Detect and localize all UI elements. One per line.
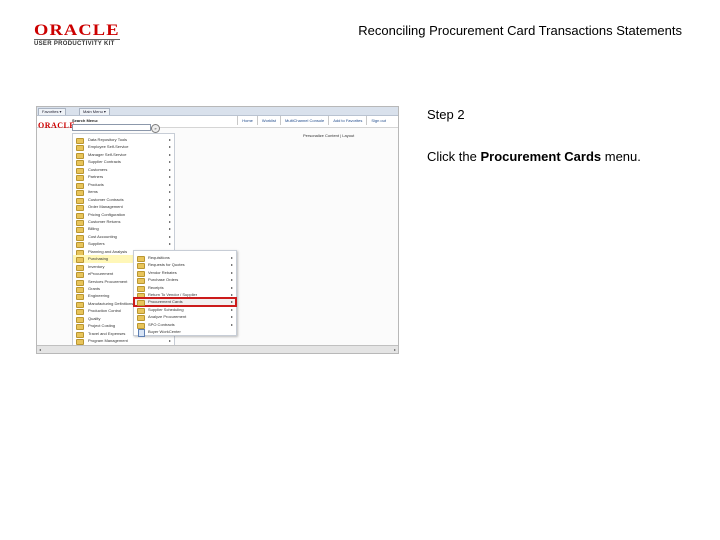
home-link[interactable]: Home [237, 116, 257, 125]
top-links: Home Worklist MultiChannel Console Add t… [237, 116, 390, 125]
step-instruction: Click the Procurement Cards menu. [427, 149, 641, 164]
document-title: Reconciling Procurement Card Transaction… [358, 23, 682, 38]
instruction-suffix: menu. [601, 149, 641, 164]
horizontal-scrollbar[interactable]: ◂ ▸ [37, 345, 398, 353]
logo-divider [34, 39, 120, 40]
step-label: Step 2 [427, 107, 465, 122]
scroll-right-icon[interactable]: ▸ [394, 346, 396, 353]
search-menu-input[interactable] [72, 124, 151, 131]
instruction-prefix: Click the [427, 149, 481, 164]
logo-subtitle: USER PRODUCTIVITY KIT [34, 41, 115, 47]
personalize-links[interactable]: Personalize Content | Layout [303, 133, 354, 138]
tab-main-menu[interactable]: Main Menu ▾ [79, 108, 110, 115]
add-to-favorites-link[interactable]: Add to Favorites [328, 116, 366, 125]
purchasing-submenu: Requisitions ▸ Requests for Quotes ▸ Vendor … [133, 250, 237, 337]
tab-favorites[interactable]: Favorites ▾ [38, 108, 66, 115]
instruction-target: Procurement Cards [480, 149, 602, 164]
logo-word: ORACLE [34, 22, 120, 39]
menu-tab-bar: Favorites ▾ Main Menu ▾ [37, 107, 398, 116]
app-logo: ORACLE [38, 121, 76, 130]
worklist-link[interactable]: Worklist [256, 116, 280, 125]
submenu-item[interactable]: Buyer WorkCenter [134, 328, 236, 337]
search-menu-label: Search Menu: [72, 118, 99, 123]
search-go-button[interactable]: » [151, 124, 160, 133]
scroll-left-icon[interactable]: ◂ [39, 346, 41, 353]
submenu-item-label: Buyer WorkCenter [148, 329, 181, 334]
oracle-upk-logo: ORACLE USER PRODUCTIVITY KIT [32, 22, 124, 48]
application-screenshot: Favorites ▾ Main Menu ▾ ORACLE Home Work… [36, 106, 399, 354]
multichannel-console-link[interactable]: MultiChannel Console [280, 116, 328, 125]
sign-out-link[interactable]: Sign out [366, 116, 390, 125]
document-icon [138, 329, 145, 337]
